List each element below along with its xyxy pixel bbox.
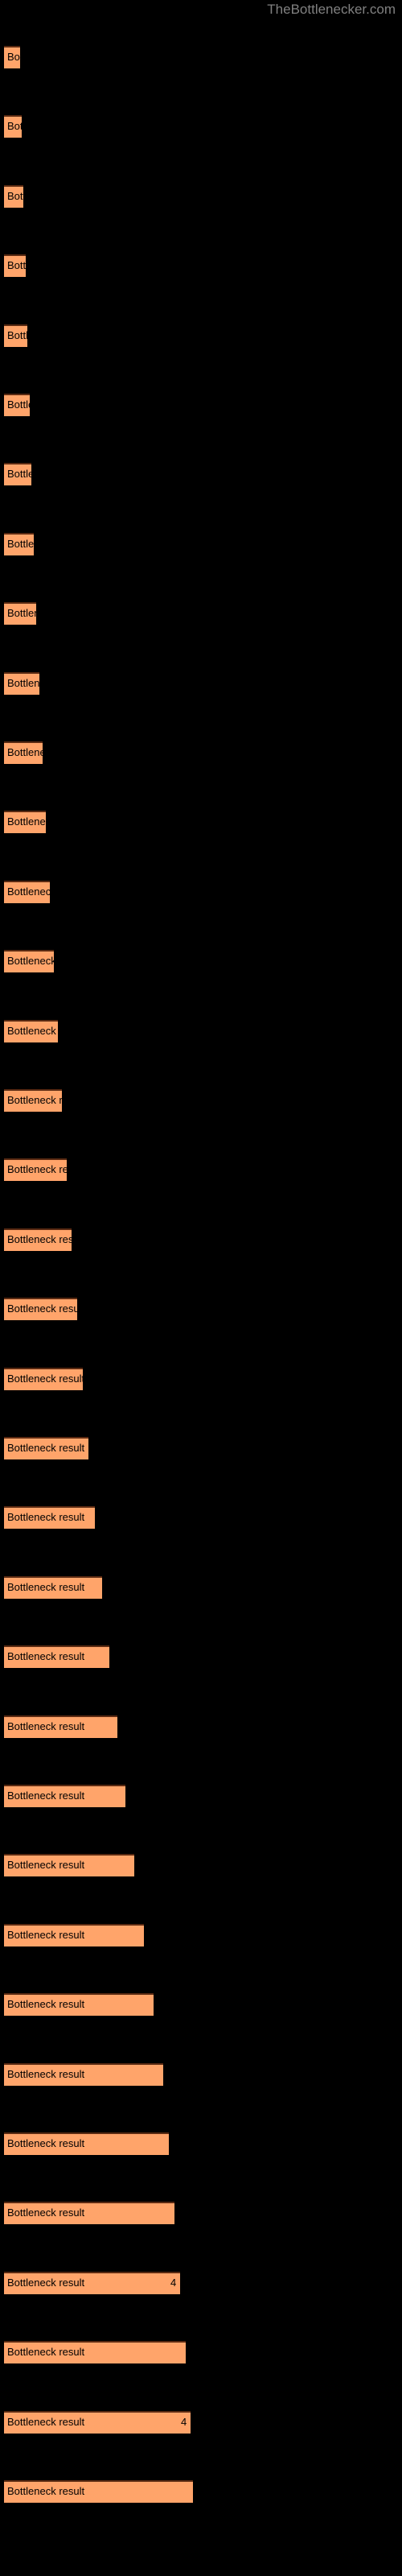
bar-row[interactable]: Bottleneck result <box>0 741 402 764</box>
bar[interactable] <box>4 324 27 347</box>
bar[interactable] <box>4 1089 62 1112</box>
bar-row[interactable]: Bottleneck result <box>0 46 402 68</box>
bar-row[interactable]: Bottleneck result <box>0 1993 402 2017</box>
bar-chart: TheBottlenecker.com Bottleneck result Bot… <box>0 0 402 2576</box>
bar-row[interactable]: Bottleneck result <box>0 602 402 625</box>
bar[interactable] <box>4 115 22 138</box>
bar[interactable] <box>4 463 31 486</box>
bar[interactable] <box>4 671 39 695</box>
bar[interactable] <box>4 950 54 973</box>
bar-row[interactable]: Bottleneck result <box>0 1298 402 1321</box>
bar[interactable] <box>4 1367 83 1390</box>
bar-row[interactable]: Bottleneck result <box>0 2341 402 2364</box>
bar-row[interactable]: Bottleneck result <box>0 115 402 138</box>
bar-row[interactable]: Bottleneck result <box>0 1158 402 1182</box>
bar[interactable] <box>4 602 36 625</box>
bar-row[interactable]: Bottleneck result 4 <box>0 2271 402 2294</box>
bar-row[interactable]: Bottleneck result <box>0 1228 402 1251</box>
bar[interactable] <box>4 2062 163 2086</box>
bar[interactable] <box>4 2132 169 2155</box>
bar[interactable] <box>4 1437 88 1459</box>
bar-row[interactable]: Bottleneck result <box>0 1715 402 1738</box>
bar[interactable] <box>4 1854 134 1877</box>
bar-row[interactable]: Bottleneck result <box>0 1019 402 1042</box>
bar[interactable] <box>4 1923 144 1946</box>
bar[interactable] <box>4 2341 186 2364</box>
bar[interactable] <box>4 1785 125 1807</box>
bar[interactable] <box>4 880 50 903</box>
bar-row[interactable]: Bottleneck result <box>0 2062 402 2086</box>
bar-row[interactable]: Bottleneck result <box>0 880 402 903</box>
bar-row[interactable]: Bottleneck result <box>0 324 402 347</box>
bar-row[interactable]: Bottleneck result 4 <box>0 2410 402 2434</box>
bar-row[interactable]: Bottleneck result <box>0 394 402 416</box>
plot-area: Bottleneck result Bottleneck result Bottle… <box>0 0 402 2576</box>
bar-row[interactable]: Bottleneck result <box>0 671 402 695</box>
bar[interactable] <box>4 46 20 68</box>
bar[interactable] <box>4 2410 191 2434</box>
bar-row[interactable]: Bottleneck result <box>0 532 402 555</box>
bar-row[interactable]: Bottleneck result <box>0 1089 402 1112</box>
bar[interactable] <box>4 1575 102 1599</box>
bar-row[interactable]: Bottleneck result <box>0 2480 402 2503</box>
bar[interactable] <box>4 1645 109 1669</box>
bar[interactable] <box>4 254 26 278</box>
bar[interactable] <box>4 532 34 555</box>
bar-row[interactable]: Bottleneck result <box>0 1645 402 1669</box>
bar-row[interactable]: Bottleneck result <box>0 184 402 208</box>
bar[interactable] <box>4 1506 95 1530</box>
bar-row[interactable]: Bottleneck result <box>0 1367 402 1390</box>
bar-row[interactable]: Bottleneck result <box>0 1785 402 1807</box>
bar-row[interactable]: Bottleneck result <box>0 2132 402 2155</box>
bar[interactable] <box>4 741 43 764</box>
bar-row[interactable]: Bottleneck result <box>0 1923 402 1946</box>
bar-row[interactable]: Bottleneck result <box>0 1575 402 1599</box>
bar-row[interactable]: Bottleneck result <box>0 1854 402 1877</box>
bar-row[interactable]: Bottleneck result <box>0 2202 402 2225</box>
bar-row[interactable]: Bottleneck result <box>0 950 402 973</box>
bar[interactable] <box>4 1228 72 1251</box>
bar-row[interactable]: Bottleneck result <box>0 254 402 278</box>
bar[interactable] <box>4 2202 174 2225</box>
bar[interactable] <box>4 811 46 834</box>
bar[interactable] <box>4 1158 67 1182</box>
bar[interactable] <box>4 1298 77 1321</box>
bar[interactable] <box>4 1715 117 1738</box>
bar-row[interactable]: Bottleneck result <box>0 811 402 834</box>
bar-row[interactable]: Bottleneck result <box>0 1506 402 1530</box>
bar[interactable] <box>4 2271 180 2294</box>
bar-row[interactable]: Bottleneck result <box>0 1437 402 1459</box>
bar-row[interactable]: Bottleneck result <box>0 463 402 486</box>
bar[interactable] <box>4 1019 58 1042</box>
bar[interactable] <box>4 184 23 208</box>
bar[interactable] <box>4 394 30 416</box>
bar[interactable] <box>4 1993 154 2017</box>
bar[interactable] <box>4 2480 193 2503</box>
